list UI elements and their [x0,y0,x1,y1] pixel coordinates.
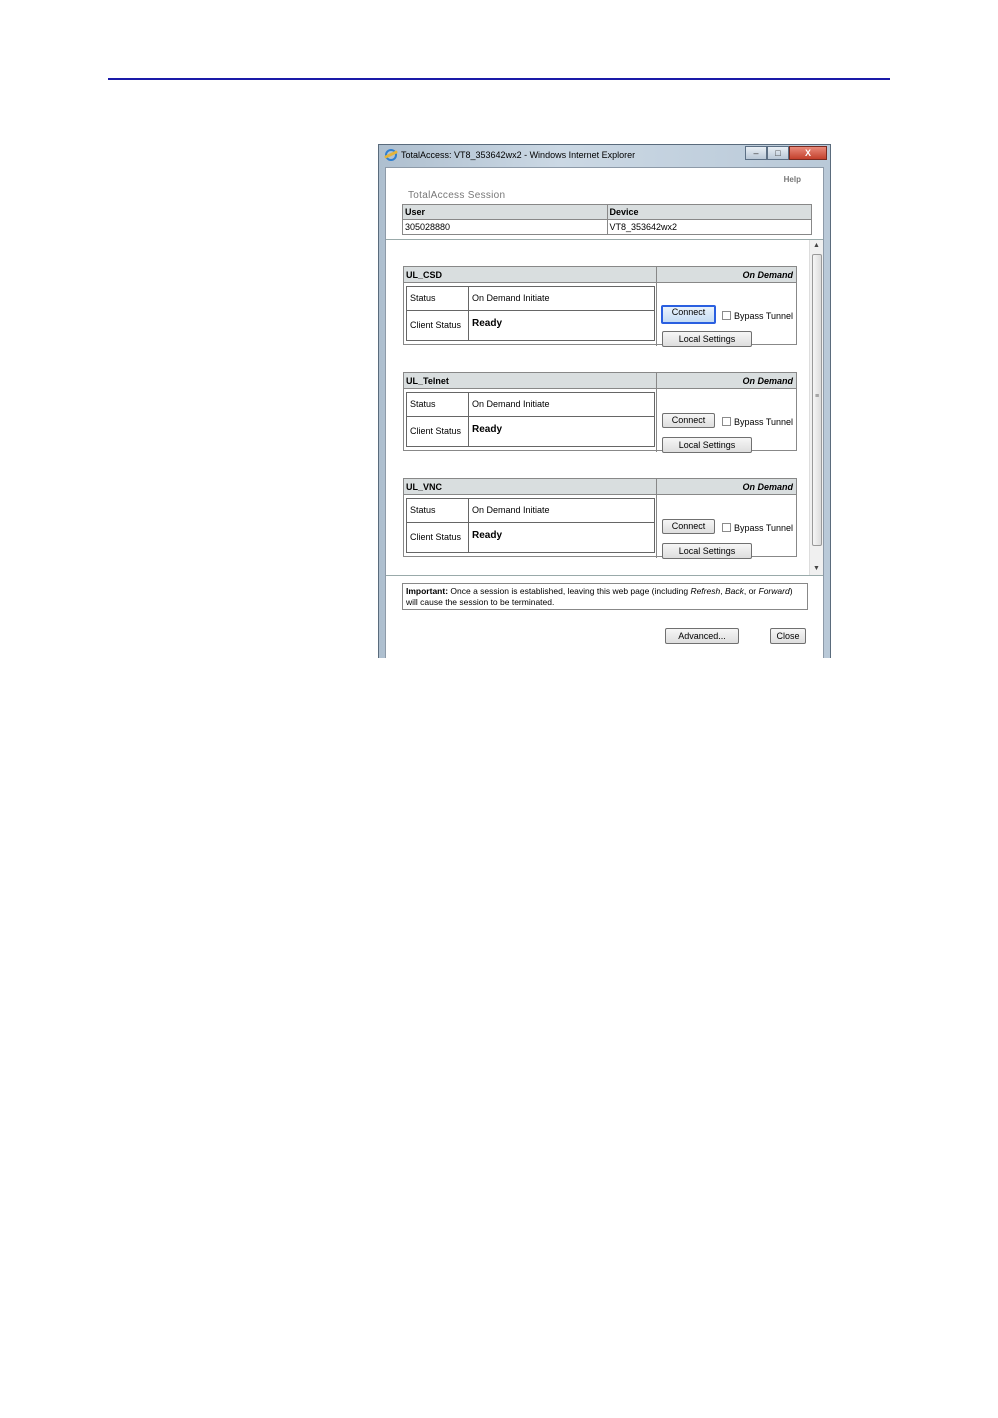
client-status-label: Client Status [406,310,469,341]
device-value: VT8_353642wx2 [606,219,812,235]
close-button[interactable]: Close [770,628,806,644]
status-label: Status [406,392,469,417]
bypass-tunnel-label[interactable]: Bypass Tunnel [734,523,793,533]
notice-back: Back [724,586,744,596]
page-content: Help TotalAccess Session User Device 305… [385,167,824,658]
local-settings-button[interactable]: Local Settings [662,437,752,453]
connection-header: UL_VNC On Demand [403,478,797,495]
client-status-label: Client Status [406,522,469,553]
grip-icon: ≡ [814,393,820,400]
connection-body: Status On Demand Initiate Client Status … [403,495,797,559]
scroll-thumb[interactable]: ≡ [812,254,822,546]
column-divider [656,372,657,452]
user-header: User [402,204,608,220]
status-label: Status [406,498,469,523]
connection-name: UL_CSD [406,270,443,280]
page-top-rule [108,78,890,80]
status-value: On Demand Initiate [468,498,655,523]
browser-window: TotalAccess: VT8_353642wx2 - Windows Int… [378,144,831,658]
minimize-button[interactable]: – [745,146,767,160]
maximize-button[interactable]: □ [767,146,789,160]
connection-ul-vnc: UL_VNC On Demand Status On Demand Initia… [403,478,797,559]
column-divider [656,478,657,558]
user-value: 305028880 [402,219,608,235]
client-status-value: Ready [468,416,655,447]
notice-or: , or [743,586,759,596]
status-value: On Demand Initiate [468,286,655,311]
connection-header: UL_CSD On Demand [403,266,797,283]
window-title: TotalAccess: VT8_353642wx2 - Windows Int… [401,150,636,160]
connect-button[interactable]: Connect [662,519,715,534]
internet-explorer-icon [385,149,397,161]
client-status-label: Client Status [406,416,469,447]
local-settings-button[interactable]: Local Settings [662,543,752,559]
client-status-value: Ready [468,310,655,341]
device-header: Device [606,204,812,220]
bypass-tunnel-checkbox[interactable] [722,523,731,532]
window-controls: – □ X [745,146,827,161]
notice-refresh: Refresh [690,586,721,596]
connect-button[interactable]: Connect [662,413,715,428]
vertical-scrollbar[interactable]: ▲ ≡ ▼ [809,240,823,575]
column-divider [656,266,657,346]
local-settings-button[interactable]: Local Settings [662,331,752,347]
window-titlebar[interactable]: TotalAccess: VT8_353642wx2 - Windows Int… [379,145,830,167]
window-close-button[interactable]: X [789,146,827,160]
connection-name: UL_Telnet [406,376,449,386]
connect-button[interactable]: Connect [661,305,716,324]
bypass-tunnel-checkbox[interactable] [722,311,731,320]
connection-ul-telnet: UL_Telnet On Demand Status On Demand Ini… [403,372,797,453]
connection-body: Status On Demand Initiate Client Status … [403,283,797,347]
scroll-down-arrow-icon[interactable]: ▼ [810,563,823,575]
help-link[interactable]: Help [784,175,801,184]
connection-body: Status On Demand Initiate Client Status … [403,389,797,453]
important-label: Important: [406,586,449,596]
status-value: On Demand Initiate [468,392,655,417]
connection-ul-csd: UL_CSD On Demand Status On Demand Initia… [403,266,797,347]
connection-mode: On Demand [742,376,793,386]
connection-mode: On Demand [742,482,793,492]
notice-forward: Forward [758,586,790,596]
user-device-table: User Device 305028880 VT8_353642wx2 [402,204,812,235]
bypass-tunnel-checkbox[interactable] [722,417,731,426]
connection-name: UL_VNC [406,482,443,492]
connection-header: UL_Telnet On Demand [403,372,797,389]
connection-mode: On Demand [742,270,793,280]
session-title: TotalAccess Session [408,190,506,201]
bypass-tunnel-label[interactable]: Bypass Tunnel [734,417,793,427]
important-notice: Important: Once a session is established… [402,583,808,610]
bypass-tunnel-label[interactable]: Bypass Tunnel [734,311,793,321]
client-status-value: Ready [468,522,655,553]
status-label: Status [406,286,469,311]
advanced-button[interactable]: Advanced... [665,628,739,644]
connections-scroll-area: UL_CSD On Demand Status On Demand Initia… [386,239,823,576]
scroll-up-arrow-icon[interactable]: ▲ [810,240,823,252]
notice-text-1: Once a session is established, leaving t… [448,586,691,596]
